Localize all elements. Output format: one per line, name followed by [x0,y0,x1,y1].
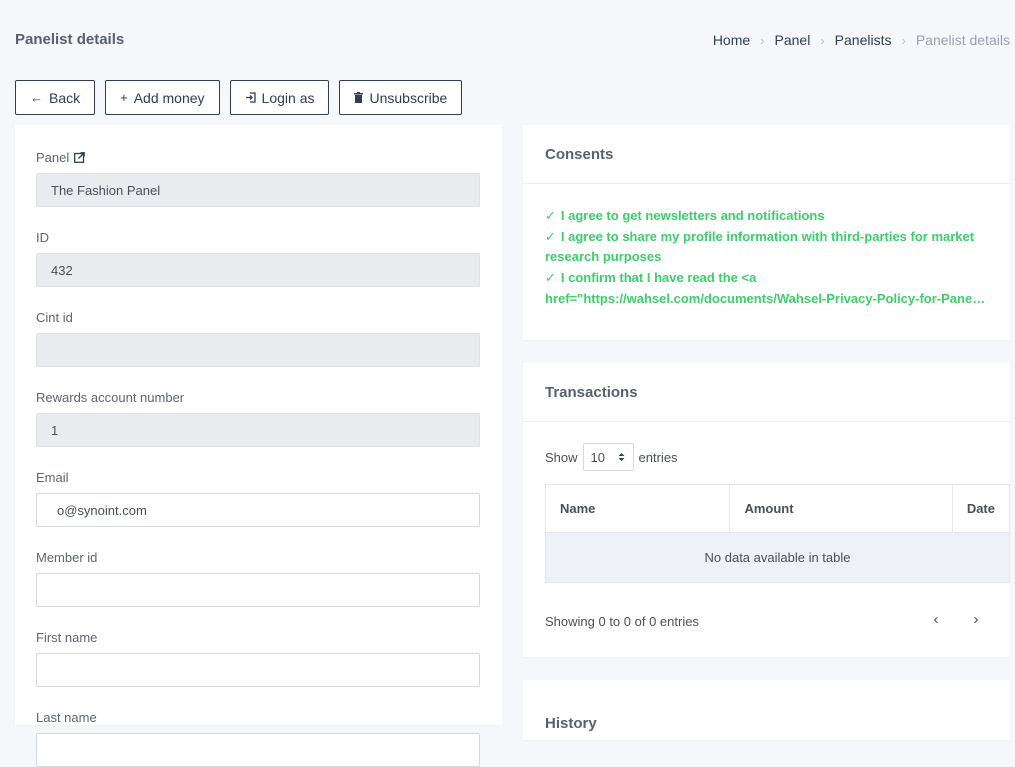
column-header-name[interactable]: Name [544,484,731,533]
page-size-select[interactable]: 10 [582,443,634,471]
add-money-button-label: Add money [133,89,205,106]
consents-card: Consents ✓ I agree to get newsletters and… [523,125,1010,340]
unsubscribe-button-label: Unsubscribe [369,89,448,106]
next-page-button[interactable]: › [963,609,989,629]
back-button[interactable]: ← Back [15,80,96,115]
transactions-table: Name Amount Date No data available in ta… [544,484,1011,583]
consent-item: ✓ I agree to share my profile information… [545,227,988,267]
pagination: ‹ › [923,609,1003,629]
previous-page-button[interactable]: ‹ [923,609,949,629]
panel-field: The Fashion Panel [36,173,480,207]
page-size-value: 10 [590,449,605,465]
chevron-right-icon: › [760,32,765,48]
panel-label-text: Panel [36,149,70,165]
email-label: Email [36,469,69,485]
consent-text: I confirm that I have read the <a [560,270,757,285]
cint-id-label: Cint id [36,309,73,325]
column-header-date[interactable]: Date [951,484,1011,533]
login-as-button-label: Login as [261,89,315,106]
rewards-account-field: 1 [36,413,480,447]
back-button-label: Back [49,89,81,106]
history-title: History [545,715,597,732]
show-label: Show [545,449,578,465]
check-icon: ✓ [545,229,556,244]
email-field[interactable]: o@synoint.com [36,493,480,527]
check-icon: ✓ [545,270,556,285]
arrow-left-icon: ← [30,90,43,105]
unsubscribe-button[interactable]: Unsubscribe [339,80,463,115]
transactions-title: Transactions [523,363,1010,422]
plus-icon: + [120,90,128,105]
external-link-icon[interactable] [74,151,86,163]
consents-title: Consents [523,125,1010,184]
add-money-button[interactable]: + Add money [105,80,220,115]
member-id-label: Member id [36,549,98,565]
trash-icon [354,92,364,103]
page-title: Panelist details [15,31,125,48]
panelist-form-card: Panel The Fashion Panel ID 432 Cint id R… [15,125,502,767]
breadcrumb-panelists[interactable]: Panelists [835,32,892,48]
check-icon: ✓ [545,208,556,223]
consent-text-continued: href="https://wahsel.com/documents/Wahse… [545,291,988,306]
consent-list: ✓ I agree to get newsletters and notifica… [523,184,1010,309]
first-name-field[interactable] [36,653,480,687]
table-info: Showing 0 to 0 of 0 entries [545,614,699,629]
first-name-label: First name [36,629,98,645]
sort-arrows-icon [618,450,625,465]
member-id-field[interactable] [36,573,480,607]
breadcrumb: Home › Panel › Panelists › Panelist deta… [713,32,1010,48]
consent-item: ✓ I agree to get newsletters and notifica… [545,206,988,226]
rewards-account-label: Rewards account number [36,389,185,405]
breadcrumb-home[interactable]: Home [713,32,750,48]
consent-text: I agree to share my profile information … [545,229,975,264]
id-label: ID [36,229,49,245]
table-row: No data available in table [545,532,1010,583]
login-as-button[interactable]: Login as [229,80,330,115]
id-field: 432 [36,253,480,287]
column-header-amount[interactable]: Amount [729,484,953,533]
panel-label: Panel [36,149,481,165]
history-card: History [523,680,1010,740]
empty-table-message: No data available in table [545,532,1010,583]
consent-text: I agree to get newsletters and notificat… [560,208,825,223]
transactions-card: Transactions Show 10 entries Name Amount… [523,363,1011,657]
chevron-right-icon: › [820,32,825,48]
breadcrumb-panel[interactable]: Panel [775,32,811,48]
consent-item: ✓ I confirm that I have read the <a [545,268,988,288]
action-toolbar: ← Back + Add money Login as Unsubscribe [15,80,472,115]
last-name-field[interactable] [36,733,480,767]
breadcrumb-current: Panelist details [915,32,1010,48]
last-name-label: Last name [36,709,97,725]
login-icon [245,92,256,103]
chevron-right-icon: › [901,32,906,48]
entries-label: entries [638,449,678,465]
cint-id-field [36,333,480,367]
page-size-control: Show 10 entries [545,443,678,471]
